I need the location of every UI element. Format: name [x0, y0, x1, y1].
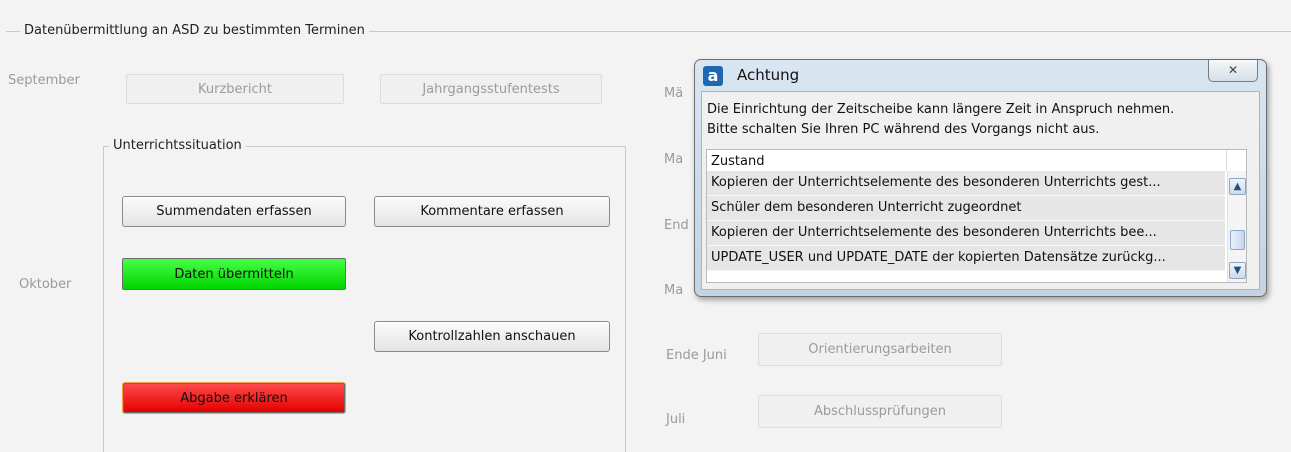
right-label-maerz: Mä — [664, 86, 684, 101]
abgabe-erklaeren-button[interactable]: Abgabe erklären — [123, 383, 345, 413]
list-item[interactable]: UPDATE_USER und UPDATE_DATE der kopierte… — [707, 246, 1225, 271]
list-header-zustand[interactable]: Zustand — [707, 150, 1227, 171]
juli-label: Juli — [666, 412, 686, 427]
oktober-label: Oktober — [19, 277, 72, 292]
ende-juni-label: Ende Juni — [666, 348, 727, 363]
scroll-thumb[interactable] — [1230, 230, 1245, 250]
kurzbericht-button[interactable]: Kurzbericht — [126, 74, 344, 104]
app-logo-icon: a — [703, 66, 723, 86]
list-item[interactable]: Kopieren der Unterrichtselemente des bes… — [707, 171, 1225, 196]
chevron-down-icon: ▼ — [1233, 265, 1242, 276]
kommentare-erfassen-button[interactable]: Kommentare erfassen — [374, 196, 610, 227]
list-item[interactable]: Schüler dem besonderen Unterricht zugeor… — [707, 196, 1225, 221]
dialog-message: Die Einrichtung der Zeitscheibe kann län… — [707, 100, 1174, 140]
scroll-down-button[interactable]: ▼ — [1229, 262, 1246, 279]
close-icon: ✕ — [1227, 63, 1239, 77]
right-label-mai-2: Ma — [664, 283, 684, 298]
group-legend: Datenübermittlung an ASD zu bestimmten T… — [20, 23, 369, 38]
right-label-mai-1: Ma — [664, 152, 684, 167]
right-label-ende: End — [664, 218, 689, 233]
close-button[interactable]: ✕ — [1208, 60, 1258, 82]
kontrollzahlen-anschauen-button[interactable]: Kontrollzahlen anschauen — [374, 321, 610, 352]
scroll-up-button[interactable]: ▲ — [1229, 178, 1246, 195]
unterricht-frame-left — [103, 146, 104, 452]
september-label: September — [8, 73, 80, 88]
dialog-title: Achtung — [737, 66, 800, 84]
dialog-message-line-2: Bitte schalten Sie Ihren PC während des … — [707, 122, 1100, 137]
daten-uebermitteln-button[interactable]: Daten übermitteln — [122, 258, 346, 290]
status-list[interactable]: Zustand Kopieren der Unterrichtselemente… — [706, 149, 1247, 283]
orientierungsarbeiten-button[interactable]: Orientierungsarbeiten — [758, 333, 1002, 366]
list-scrollbar[interactable]: ▲ ▼ — [1227, 171, 1246, 282]
summendaten-erfassen-button[interactable]: Summendaten erfassen — [122, 196, 346, 227]
achtung-dialog: a Achtung ✕ Die Einrichtung der Zeitsche… — [694, 59, 1267, 297]
dialog-message-line-1: Die Einrichtung der Zeitscheibe kann län… — [707, 102, 1175, 117]
dialog-body: Die Einrichtung der Zeitscheibe kann län… — [701, 91, 1260, 290]
list-item[interactable]: Kopieren der Unterrichtselemente des bes… — [707, 221, 1225, 246]
unterricht-frame-right — [625, 146, 626, 452]
chevron-up-icon: ▲ — [1233, 181, 1242, 192]
unterricht-legend: Unterrichtssituation — [109, 138, 246, 153]
abschlusspruefungen-button[interactable]: Abschlussprüfungen — [758, 395, 1002, 428]
jahrgangsstufentests-button[interactable]: Jahrgangsstufentests — [380, 74, 602, 104]
